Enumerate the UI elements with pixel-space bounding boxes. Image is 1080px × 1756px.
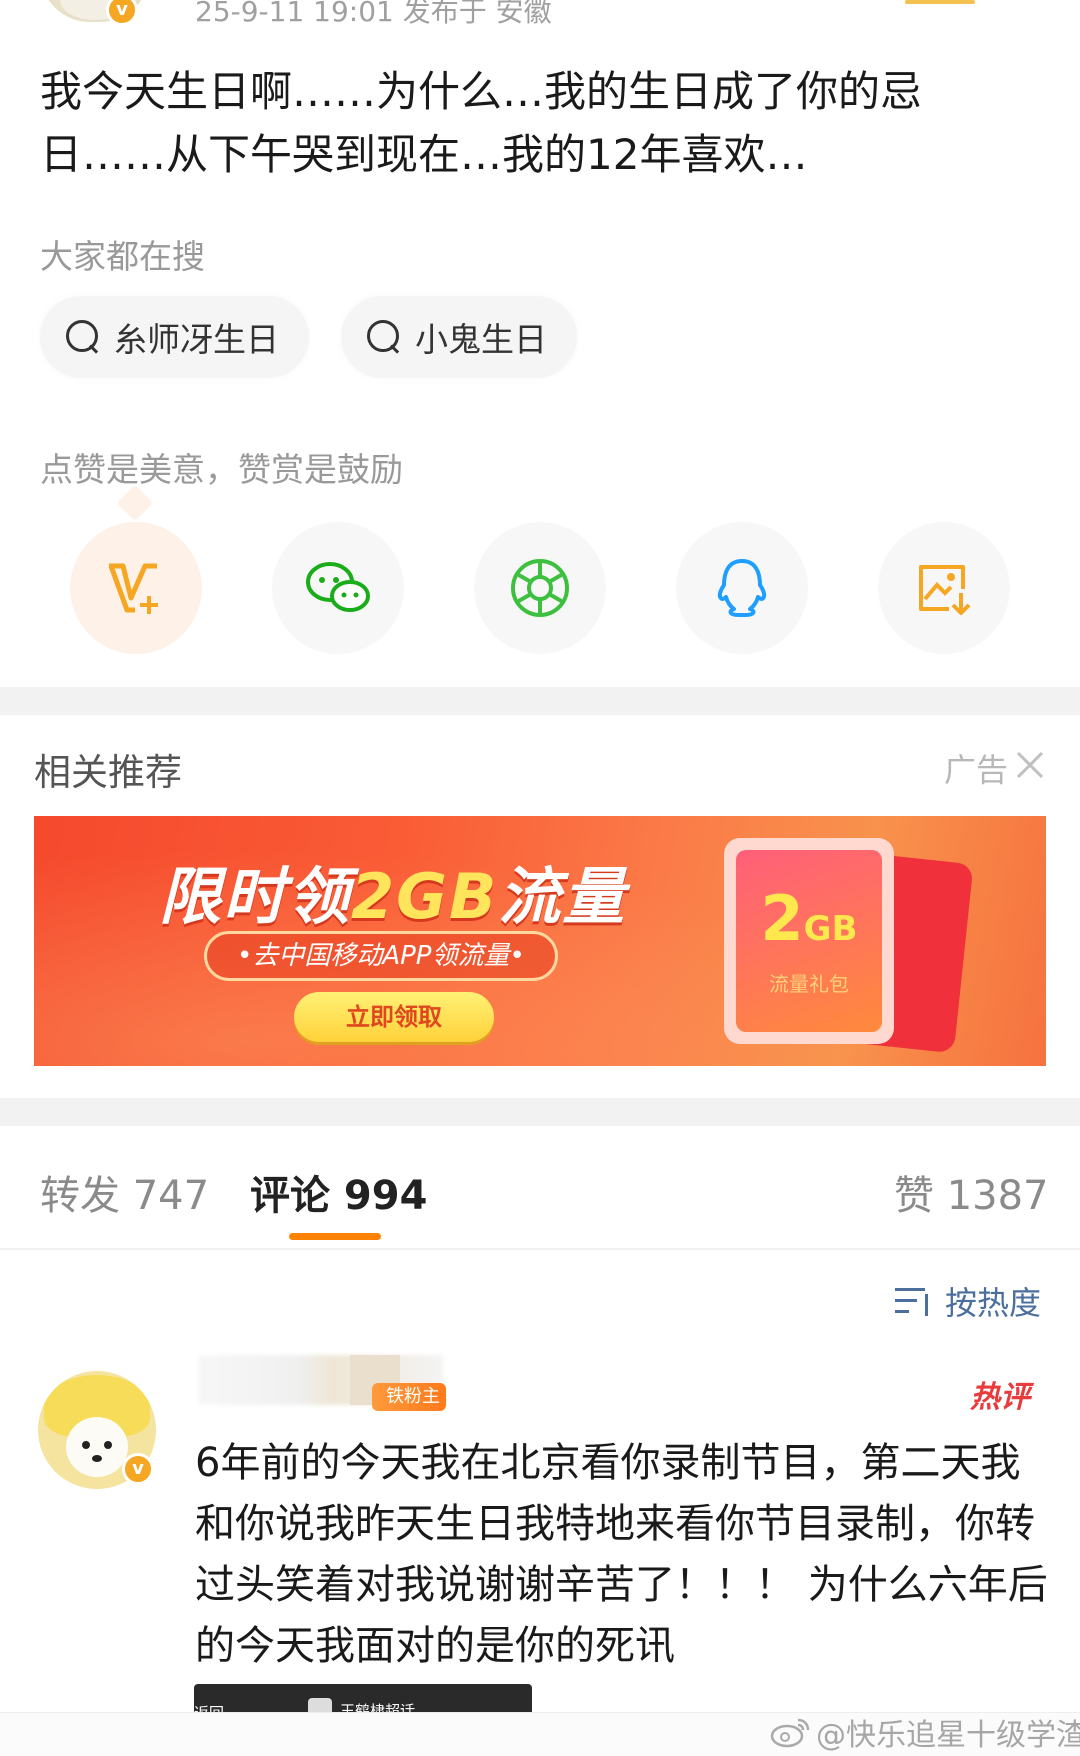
tab-divider xyxy=(0,1248,1080,1250)
share-moments-button[interactable] xyxy=(474,522,606,654)
save-image-icon xyxy=(919,565,971,615)
tab-repost[interactable]: 转发 747 xyxy=(40,1163,209,1221)
post-meta: 25-9-11 19:01 发布于 安徽 xyxy=(195,0,552,28)
watermark: @快乐追星十级学渣 xyxy=(770,1710,1080,1754)
wechat-icon xyxy=(306,562,370,612)
reward-hint: 点赞是美意，赞赏是鼓励 xyxy=(40,450,403,489)
ad-banner[interactable]: 限时领2GB流量 •去中国移动APP领流量• 立即领取 2GB 流量礼包 xyxy=(34,816,1046,1066)
hot-search-title: 大家都在搜 xyxy=(40,237,205,276)
ad-label: 广告 xyxy=(944,751,1009,789)
section-divider xyxy=(0,1098,1080,1126)
weibo-logo-icon xyxy=(770,1718,810,1748)
ad-cta-button[interactable]: 立即领取 xyxy=(294,992,494,1042)
hot-comment-badge: 热评 xyxy=(970,1380,1030,1415)
share-wechat-button[interactable] xyxy=(272,522,404,654)
verified-badge-icon: v xyxy=(106,0,138,26)
qq-icon xyxy=(717,559,767,617)
close-icon[interactable] xyxy=(1012,747,1048,783)
save-image-button[interactable] xyxy=(878,522,1010,654)
sort-icon xyxy=(895,1284,933,1318)
tab-comment[interactable]: 评论 994 xyxy=(250,1163,427,1221)
hot-search-chip-1[interactable]: 糸师冴生日 xyxy=(40,296,309,378)
moments-icon xyxy=(511,559,569,617)
follow-button[interactable] xyxy=(905,0,975,4)
search-icon xyxy=(365,318,403,356)
hot-search-chip-label: 糸师冴生日 xyxy=(114,320,279,359)
search-icon xyxy=(64,318,102,356)
reward-button[interactable] xyxy=(70,522,202,654)
sort-button[interactable]: 按热度 xyxy=(895,1278,1041,1324)
verified-badge-icon: v xyxy=(122,1453,154,1485)
active-tab-indicator xyxy=(289,1233,381,1240)
recommend-title: 相关推荐 xyxy=(34,751,182,794)
tab-like[interactable]: 赞 1387 xyxy=(894,1163,1049,1221)
v-plus-reward-icon xyxy=(108,563,158,614)
comment-text: 6年前的今天我在北京看你录制节目，第二天我和你说我昨天生日我特地来看你节目录制，… xyxy=(195,1440,1048,1669)
ad-data-card: 2GB 流量礼包 xyxy=(724,838,894,1044)
hot-search-chip-2[interactable]: 小鬼生日 xyxy=(341,296,577,378)
post-text: 我今天生日啊……为什么…我的生日成了你的忌日……从下午哭到现在…我的12年喜欢… xyxy=(40,67,923,179)
fan-badge: 铁粉主 xyxy=(372,1383,446,1411)
ad-subline: •去中国移动APP领流量• xyxy=(204,931,558,981)
section-divider xyxy=(0,687,1080,715)
sort-label: 按热度 xyxy=(945,1284,1042,1322)
hot-search-chip-label: 小鬼生日 xyxy=(415,320,547,359)
share-qq-button[interactable] xyxy=(676,522,808,654)
ad-headline: 限时领2GB流量 xyxy=(159,860,627,933)
